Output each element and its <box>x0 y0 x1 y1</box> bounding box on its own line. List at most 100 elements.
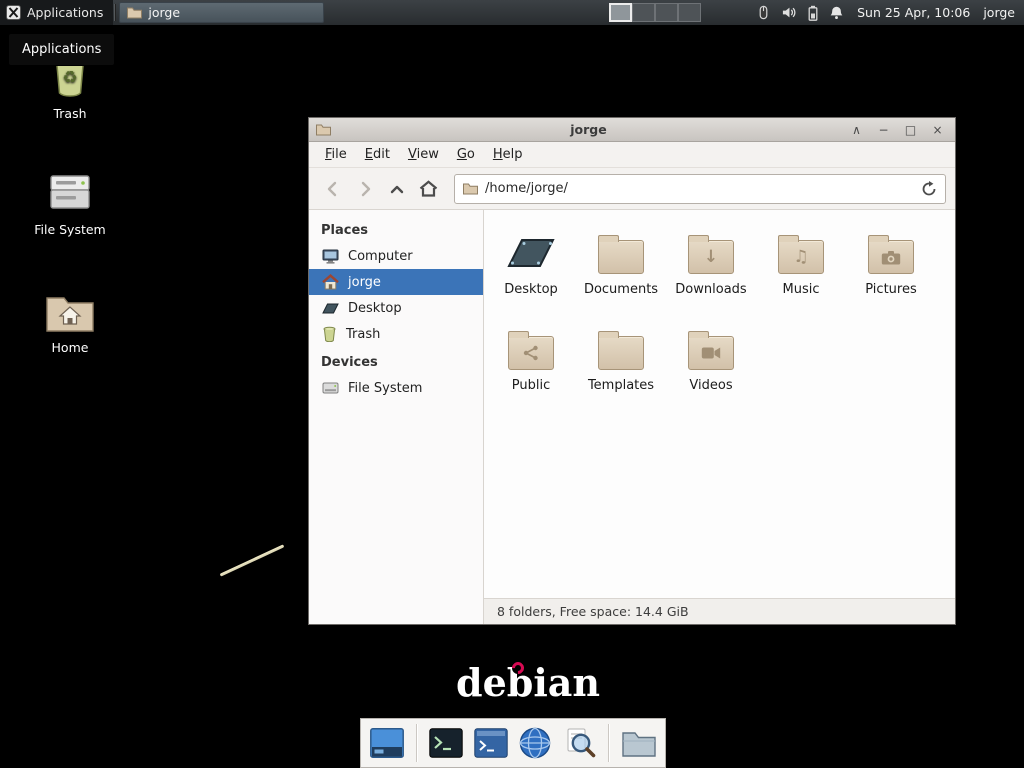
forward-button[interactable] <box>350 174 379 203</box>
menu-bar: File Edit View Go Help <box>309 142 955 168</box>
menu-help[interactable]: Help <box>484 143 532 166</box>
menu-edit[interactable]: Edit <box>356 143 399 166</box>
reload-icon <box>921 181 937 197</box>
panel-username[interactable]: jorge <box>983 5 1015 20</box>
desktop-icon <box>322 301 339 315</box>
menu-file[interactable]: File <box>316 143 356 166</box>
reload-button[interactable] <box>921 181 937 197</box>
folder-icon <box>127 6 142 19</box>
desktop-settings-icon <box>370 728 404 758</box>
window-titlebar[interactable]: jorge ∧ − □ × <box>309 118 955 142</box>
forward-icon <box>356 180 374 198</box>
sidebar-item-jorge[interactable]: jorge <box>309 269 483 295</box>
folder-label: Pictures <box>865 282 916 297</box>
folder-item-documents[interactable]: Documents <box>576 224 666 320</box>
path-bar[interactable]: /home/jorge/ <box>454 174 946 204</box>
sidebar-header-devices: Devices <box>309 347 483 375</box>
notifications-bell-icon[interactable] <box>829 5 844 20</box>
sidebar-item-label: File System <box>348 381 422 396</box>
sidebar-item-label: jorge <box>348 275 381 290</box>
volume-icon[interactable] <box>781 5 797 20</box>
folder-label: Public <box>512 378 550 393</box>
taskbar-window-label: jorge <box>148 5 180 20</box>
dock-item-search[interactable] <box>562 724 599 762</box>
back-button[interactable] <box>318 174 347 203</box>
dock-item-desktop[interactable] <box>369 724 406 762</box>
taskbar-window-button[interactable]: jorge <box>119 2 324 23</box>
applications-tooltip: Applications <box>8 33 115 66</box>
download-emblem-icon: ↓ <box>704 249 718 266</box>
back-icon <box>324 180 342 198</box>
workspace-3[interactable] <box>655 3 678 22</box>
maximize-button[interactable]: □ <box>900 121 921 139</box>
panel-right: Sun 25 Apr, 10:06 jorge <box>756 5 1024 21</box>
folder-label: Desktop <box>504 282 558 297</box>
dock-separator <box>608 724 610 762</box>
home-icon <box>322 274 339 290</box>
workspace-1[interactable] <box>609 3 632 22</box>
desktop-icon-home[interactable]: Home <box>22 292 118 355</box>
close-button[interactable]: × <box>927 121 948 139</box>
folder-item-desktop[interactable]: Desktop <box>486 224 576 320</box>
sidebar-item-label: Trash <box>346 327 380 342</box>
status-text: 8 folders, Free space: 14.4 GiB <box>497 604 689 619</box>
desktop-icon-label: Home <box>52 340 89 355</box>
sidebar-item-computer[interactable]: Computer <box>309 243 483 269</box>
drive-icon <box>46 172 94 214</box>
debian-swirl-icon <box>512 662 524 674</box>
terminal-icon <box>429 728 463 758</box>
menu-go[interactable]: Go <box>448 143 484 166</box>
minimize-button[interactable]: − <box>873 121 894 139</box>
mouse-icon[interactable] <box>756 5 771 20</box>
dock-item-file-manager[interactable] <box>620 724 657 762</box>
video-emblem-icon <box>701 346 721 360</box>
clock[interactable]: Sun 25 Apr, 10:06 <box>857 5 970 20</box>
workspace-4[interactable] <box>678 3 701 22</box>
desktop-icon <box>505 230 557 274</box>
sidebar: Places Computer jorge Desktop Trash Devi… <box>309 210 484 624</box>
window-folder-icon <box>316 123 331 136</box>
drive-icon <box>322 381 339 395</box>
file-manager-window: jorge ∧ − □ × File Edit View Go Help /ho… <box>308 117 956 625</box>
folder-icon: ↓ <box>688 240 734 274</box>
folder-icon: ♫ <box>778 240 824 274</box>
dock-item-terminal[interactable] <box>428 724 465 762</box>
debian-logo: debian <box>456 660 600 705</box>
sidebar-item-file-system[interactable]: File System <box>309 375 483 401</box>
folder-item-downloads[interactable]: ↓ Downloads <box>666 224 756 320</box>
sidebar-header-places: Places <box>309 215 483 243</box>
folder-item-public[interactable]: Public <box>486 320 576 416</box>
folder-item-templates[interactable]: Templates <box>576 320 666 416</box>
workspace-pager[interactable] <box>609 3 701 22</box>
magnifier-icon <box>563 726 597 760</box>
music-emblem-icon: ♫ <box>793 249 808 266</box>
home-icon <box>419 180 438 197</box>
up-button[interactable] <box>382 174 411 203</box>
menu-view[interactable]: View <box>399 143 448 166</box>
folder-item-videos[interactable]: Videos <box>666 320 756 416</box>
toolbar: /home/jorge/ <box>309 168 955 210</box>
dock-item-terminal-blue[interactable] <box>472 724 509 762</box>
folder-item-music[interactable]: ♫ Music <box>756 224 846 320</box>
desktop-icon-file-system[interactable]: File System <box>22 172 118 237</box>
folder-label: Videos <box>689 378 732 393</box>
home-button[interactable] <box>414 174 443 203</box>
folder-icon <box>688 336 734 370</box>
shade-button[interactable]: ∧ <box>846 121 867 139</box>
panel-separator <box>114 4 115 21</box>
sidebar-item-trash[interactable]: Trash <box>309 321 483 347</box>
dock-item-web-browser[interactable] <box>517 724 554 762</box>
folder-icon <box>598 336 644 370</box>
folder-icon <box>598 240 644 274</box>
workspace-2[interactable] <box>632 3 655 22</box>
folder-item-pictures[interactable]: Pictures <box>846 224 936 320</box>
up-icon <box>388 180 406 198</box>
applications-menu-button[interactable]: Applications <box>0 0 113 25</box>
folder-icon <box>868 240 914 274</box>
battery-icon[interactable] <box>807 5 819 21</box>
system-tray <box>756 5 844 21</box>
sidebar-item-desktop[interactable]: Desktop <box>309 295 483 321</box>
trash-icon <box>322 326 337 342</box>
path-folder-icon <box>463 182 478 195</box>
share-emblem-icon <box>522 345 540 361</box>
